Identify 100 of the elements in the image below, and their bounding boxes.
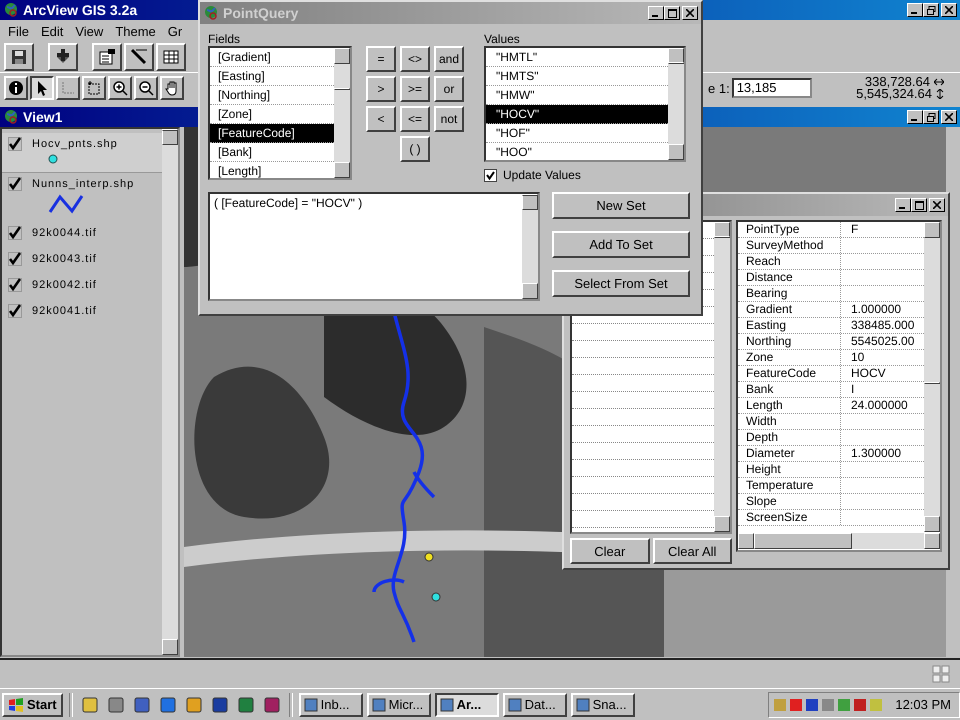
operator-button[interactable]: <: [366, 106, 396, 132]
theme-entry[interactable]: 92k0043.tif: [2, 248, 162, 274]
operator-button[interactable]: <=: [400, 106, 430, 132]
operator-button[interactable]: ( ): [400, 136, 430, 162]
field-name: PointType: [738, 222, 841, 237]
theme-entry[interactable]: Nunns_interp.shp: [2, 173, 162, 222]
field-name: Easting: [738, 318, 841, 333]
field-name: Northing: [738, 334, 841, 349]
toolbar-button[interactable]: [30, 76, 54, 100]
menu-item[interactable]: Gr: [164, 24, 190, 38]
close-button[interactable]: [941, 3, 957, 17]
app-icon: [304, 698, 318, 712]
minimize-button[interactable]: [907, 110, 923, 124]
field-name: Bearing: [738, 286, 841, 301]
field-name: ScreenSize: [738, 510, 841, 525]
operator-button[interactable]: and: [434, 46, 464, 72]
scale-field[interactable]: 13,185: [732, 78, 812, 98]
taskbar-button[interactable]: Ar...: [434, 692, 499, 716]
theme-entry[interactable]: 92k0044.tif: [2, 222, 162, 248]
window-title: View1: [23, 109, 62, 125]
button[interactable]: Select From Set: [552, 270, 690, 297]
operator-button[interactable]: =: [366, 46, 396, 72]
theme-name: Hocv_pnts.shp: [32, 138, 118, 150]
taskbar-button[interactable]: Inb...: [298, 692, 363, 716]
button[interactable]: New Set: [552, 192, 690, 219]
theme-name: Nunns_interp.shp: [32, 178, 134, 190]
minimize-button[interactable]: [907, 3, 923, 17]
field-name: Reach: [738, 254, 841, 269]
field-value: 24.000000: [850, 398, 909, 413]
windows-logo-icon: [8, 698, 24, 712]
operator-button[interactable]: or: [434, 76, 464, 102]
list-item[interactable]: [FeatureCode]: [210, 124, 334, 143]
menu-item[interactable]: File: [4, 24, 37, 38]
table-icon: [162, 48, 180, 66]
menu-item[interactable]: View: [71, 24, 112, 38]
vertical-scrollbar[interactable]: [522, 194, 538, 299]
operator-button[interactable]: >=: [400, 76, 430, 102]
field-name: Width: [738, 414, 841, 429]
maximize-icon: [668, 8, 676, 18]
globe-icon: [3, 2, 19, 18]
checkbox-checked-icon[interactable]: [8, 304, 22, 318]
y-coordinate: 5,545,324.64: [856, 88, 932, 100]
checkbox-checked-icon[interactable]: [8, 252, 22, 266]
vertical-scrollbar[interactable]: [162, 129, 178, 655]
field-value: I: [850, 382, 856, 397]
select-icon: [86, 80, 102, 96]
checkbox-checked-icon[interactable]: [8, 177, 22, 191]
app-icon: [508, 698, 522, 712]
close-button[interactable]: [941, 110, 957, 124]
close-icon: [686, 9, 694, 17]
scale-label: e 1:: [708, 80, 730, 96]
taskbar-button[interactable]: Dat...: [502, 692, 567, 716]
operator-button[interactable]: >: [366, 76, 396, 102]
field-name: Bank: [738, 382, 841, 397]
close-icon: [933, 201, 941, 209]
info-icon: [8, 80, 24, 96]
button[interactable]: Clear All: [652, 538, 732, 564]
vertical-scrollbar[interactable]: [334, 48, 350, 178]
expression-field[interactable]: ( [FeatureCode] = "HOCV" ): [208, 192, 540, 301]
menu-item[interactable]: Theme: [111, 24, 164, 38]
menu-item[interactable]: Edit: [36, 24, 72, 38]
checkbox-checked-icon[interactable]: [8, 278, 22, 292]
checkbox-checked-icon[interactable]: [484, 168, 497, 182]
button[interactable]: Add To Set: [552, 231, 690, 258]
checkbox-checked-icon[interactable]: [8, 137, 22, 151]
window-title: ArcView GIS 3.2a: [23, 2, 138, 18]
vertical-scrollbar[interactable]: [714, 222, 730, 532]
vertical-arrow-icon: [936, 89, 944, 99]
x-coordinate: 338,728.64: [864, 76, 930, 88]
restore-button[interactable]: [923, 3, 939, 17]
restore-icon: [926, 112, 936, 122]
maximize-icon: [914, 200, 924, 210]
point-symbol-icon: [48, 154, 58, 164]
theme-name: 92k0041.tif: [32, 305, 97, 317]
properties-icon: [98, 48, 116, 66]
vertical-scrollbar[interactable]: [668, 48, 684, 160]
vertex-icon: [60, 80, 76, 96]
list-item[interactable]: "HOCV": [486, 105, 668, 124]
restore-button[interactable]: [923, 110, 939, 124]
horizontal-scrollbar[interactable]: [738, 533, 940, 549]
vertical-scrollbar[interactable]: [924, 222, 940, 532]
clock: 12:03 PM: [895, 697, 951, 712]
operator-button[interactable]: <>: [400, 46, 430, 72]
pencil-icon: [130, 48, 148, 66]
theme-entry[interactable]: Hocv_pnts.shp: [2, 133, 162, 173]
window-grid-icon: [932, 665, 950, 683]
theme-entry[interactable]: 92k0041.tif: [2, 300, 162, 326]
field-name: Depth: [738, 430, 841, 445]
operator-button[interactable]: not: [434, 106, 464, 132]
checkbox-checked-icon[interactable]: [8, 226, 22, 240]
taskbar-button[interactable]: Sna...: [570, 692, 635, 716]
theme-entry[interactable]: 92k0042.tif: [2, 274, 162, 300]
fields-label: Fields: [208, 32, 242, 46]
button[interactable]: Clear: [570, 538, 650, 564]
horizontal-arrow-icon: [934, 78, 944, 86]
zoom-in-icon: [112, 80, 128, 96]
field-name: Slope: [738, 494, 841, 509]
start-button[interactable]: Start: [2, 692, 63, 716]
taskbar-button[interactable]: Micr...: [366, 692, 431, 716]
field-value: 338485.000: [850, 318, 916, 333]
